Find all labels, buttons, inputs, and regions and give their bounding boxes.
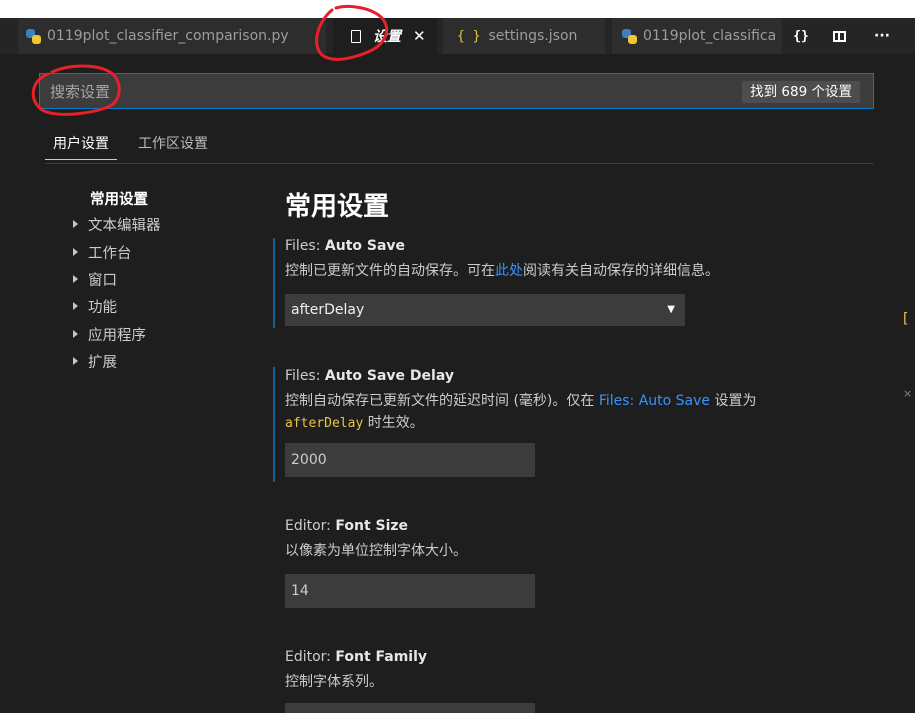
description-text: 控制自动保存已更新文件的延迟时间 (毫秒)。仅在: [285, 393, 599, 409]
setting-category: Editor:: [285, 518, 336, 534]
setting-name: Font Family: [335, 649, 428, 665]
setting-description: 控制自动保存已更新文件的延迟时间 (毫秒)。仅在 Files: Auto Sav…: [285, 390, 825, 435]
editor-tab-bar: 0119plot_classifier_comparison.py 设置 ✕ {…: [0, 18, 915, 54]
toc-item-label: 窗口: [88, 272, 117, 289]
setting-name: Auto Save: [324, 238, 406, 254]
description-text: 控制已更新文件的自动保存。可在: [285, 263, 495, 279]
toc-item-window[interactable]: 窗口: [73, 267, 117, 291]
chevron-down-icon: ▼: [667, 304, 675, 315]
tab-classifier-comparison[interactable]: 0119plot_classifier_comparison.py: [18, 18, 326, 54]
toc-item-label: 功能: [88, 299, 117, 316]
setting-files-auto-save: Files: Auto Save 控制已更新文件的自动保存。可在此处阅读有关自动…: [273, 238, 833, 328]
setting-category: Files:: [285, 368, 325, 384]
python-icon: [26, 28, 41, 44]
auto-save-select[interactable]: afterDelay ▼: [285, 294, 685, 326]
tab-label: 设置: [373, 29, 401, 45]
setting-name: Font Size: [335, 518, 409, 534]
open-settings-json-button[interactable]: {}: [785, 18, 817, 54]
setting-title: Editor: Font Size: [285, 518, 408, 534]
toc-item-features[interactable]: 功能: [73, 294, 117, 318]
setting-editor-font-size: Editor: Font Size 以像素为单位控制字体大小。: [273, 518, 833, 613]
setting-description: 控制字体系列。: [285, 674, 383, 690]
description-text: 阅读有关自动保存的详细信息。: [523, 263, 719, 279]
setting-description: 控制已更新文件的自动保存。可在此处阅读有关自动保存的详细信息。: [285, 260, 719, 282]
chevron-right-icon: [73, 330, 78, 338]
select-value: afterDelay: [291, 302, 365, 318]
toc-item-label: 应用程序: [88, 327, 146, 344]
chevron-right-icon: [73, 357, 78, 365]
settings-search-box: 找到 689 个设置: [39, 73, 874, 110]
tab-settings-json[interactable]: { } settings.json: [443, 18, 605, 54]
setting-title: Files: Auto Save: [285, 238, 405, 254]
tab-user-settings[interactable]: 用户设置: [45, 133, 117, 160]
setting-title: Editor: Font Family: [285, 649, 427, 665]
editor-edge-mark: ×: [903, 387, 913, 400]
setting-files-auto-save-delay: Files: Auto Save Delay 控制自动保存已更新文件的延迟时间 …: [273, 367, 833, 482]
python-icon: [622, 28, 637, 44]
toc-item-extensions[interactable]: 扩展: [73, 349, 117, 373]
code-value: afterDelay: [285, 416, 364, 431]
chevron-right-icon: [73, 302, 78, 310]
chevron-right-icon: [73, 275, 78, 283]
results-count-badge: 找到 689 个设置: [742, 81, 860, 103]
tab-label: settings.json: [488, 28, 578, 44]
setting-description: 以像素为单位控制字体大小。: [285, 543, 467, 559]
setting-name: Auto Save Delay: [324, 368, 454, 384]
toc-item-label: 工作台: [88, 245, 132, 262]
auto-save-delay-input[interactable]: [285, 443, 535, 477]
tab-workspace-settings[interactable]: 工作区设置: [138, 133, 208, 153]
editor-edge-bracket: [: [903, 311, 909, 327]
tab-settings[interactable]: 设置 ✕: [333, 18, 437, 54]
split-editor-icon: [832, 30, 846, 42]
auto-save-docs-link[interactable]: 此处: [495, 263, 523, 279]
toc-item-common[interactable]: 常用设置: [90, 186, 148, 210]
more-actions-button[interactable]: ···: [864, 18, 900, 54]
font-family-input[interactable]: [285, 703, 535, 713]
description-text: 时生效。: [363, 415, 424, 431]
tab-label: 0119plot_classifica: [643, 28, 777, 44]
search-input[interactable]: [40, 74, 712, 110]
font-size-input[interactable]: [285, 574, 535, 608]
toc-item-text-editor[interactable]: 文本编辑器: [73, 212, 161, 236]
setting-editor-font-family: Editor: Font Family 控制字体系列。: [273, 649, 833, 713]
chevron-right-icon: [73, 248, 78, 256]
setting-category: Files:: [285, 238, 325, 254]
toc-item-application[interactable]: 应用程序: [73, 322, 146, 346]
split-editor-button[interactable]: [822, 18, 856, 54]
chevron-right-icon: [73, 220, 78, 228]
toc-item-label: 文本编辑器: [88, 217, 161, 234]
tab-label: 0119plot_classifier_comparison.py: [47, 28, 289, 44]
toc-item-label: 扩展: [88, 354, 117, 371]
section-title: 常用设置: [285, 192, 390, 222]
description-text: 设置为: [710, 393, 757, 409]
toc-item-workbench[interactable]: 工作台: [73, 240, 132, 264]
auto-save-setting-link[interactable]: Files: Auto Save: [599, 393, 710, 409]
top-strip: [0, 0, 915, 18]
close-icon[interactable]: ✕: [413, 27, 426, 45]
file-icon: [351, 29, 361, 43]
tab-classifica[interactable]: 0119plot_classifica: [612, 18, 782, 54]
scope-tab-bar: 用户设置 工作区设置: [45, 128, 874, 164]
braces-icon: { }: [457, 28, 481, 44]
setting-title: Files: Auto Save Delay: [285, 368, 454, 384]
setting-category: Editor:: [285, 649, 336, 665]
